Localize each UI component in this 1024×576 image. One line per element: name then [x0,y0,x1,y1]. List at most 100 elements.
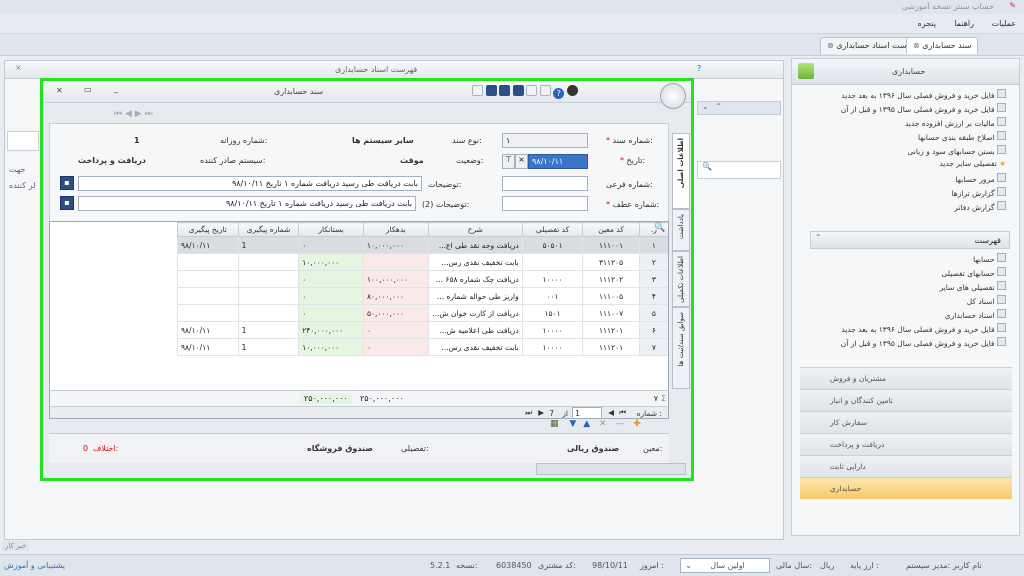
cell[interactable]: بابت تخفیف نقدی رس... [427,253,523,271]
sub-no-input[interactable] [502,176,588,191]
new-document-icon[interactable] [472,85,483,96]
cell[interactable]: ۰ [298,287,364,305]
cell[interactable]: واریز طی حواله شماره ... [427,287,523,305]
cell[interactable]: ۳۱۱۲۰۵ [582,253,640,271]
fiscal-year-select[interactable]: ⌄ اولین سال [680,558,770,573]
list-item[interactable]: بستن حسابهای سود و زیانی [798,145,1006,159]
maximize-icon[interactable]: ▭ [84,85,92,94]
cell[interactable]: ۱۰۰۰۰ [521,321,584,339]
list-item[interactable]: حسابهای تفصیلی [810,267,1006,281]
chevron-up-icon[interactable]: ⌃ [715,102,722,111]
chevron-up-icon[interactable]: ⌃ [815,233,822,242]
table-row[interactable]: ۶ ۱۱۱۲۰۱ ۱۰۰۰۰ دریافت طی اعلامیه ش... ۰ … [177,321,668,339]
cell[interactable] [521,253,584,271]
cell[interactable]: ۱۰۰۰۰ [521,338,584,356]
cell[interactable] [177,270,239,288]
menu-window[interactable]: پنجره [918,19,936,28]
tab-history[interactable]: سوابق سند/ثبت ها [672,307,690,389]
tab-main-info[interactable]: اطلاعات اصلی [672,133,690,209]
copy-icon[interactable] [526,85,538,96]
cell[interactable]: دریافت طی اعلامیه ش... [427,321,523,339]
bg-search-box[interactable]: 🔍 [697,161,781,179]
delete-row-icon[interactable]: — [615,419,624,429]
nav-accounting[interactable]: حسابداری [800,477,1012,499]
move-up-icon[interactable]: ▲ [583,419,590,429]
cell[interactable]: ۱۱۱۰۰۵ [582,287,640,305]
doc-no-input[interactable]: ۱ [502,133,588,148]
save-as-icon[interactable] [499,85,511,96]
help-hint[interactable]: خبر کار [2,541,30,551]
list-item[interactable]: فایل خرید و فروش فصلی سال ۱۳۹۶ به بعد جد… [798,89,1006,103]
next-page-icon[interactable]: ▶ [538,408,544,417]
list-section-header[interactable]: فهرست ⌃ [810,231,1010,249]
cell[interactable] [177,287,239,305]
table-row[interactable]: ۳ ۱۱۱۲۰۲ ۱۰۰۰۰ دریافت چک شماره ۶۵۸ ... ۱… [177,270,668,288]
save-icon[interactable] [485,85,497,96]
tab-notes[interactable]: یادداشت [672,209,690,251]
cell[interactable]: ۰ [362,321,429,339]
minimize-icon[interactable]: _ [114,84,118,93]
cell[interactable]: ۰ [298,236,364,254]
cell[interactable] [237,270,300,288]
list-item[interactable]: حسابها [810,253,1006,267]
list-item[interactable]: اسناد کل [810,295,1006,309]
close-icon[interactable]: ⊗ [827,41,834,50]
cell[interactable]: ۱۵۰۱ [521,304,584,322]
support-link[interactable]: پشتیبانی و آموزش [4,561,65,570]
col-tracking-date[interactable]: تاریخ پیگیری [177,222,239,237]
save-desc2-button[interactable]: ▪ [60,196,74,210]
cell[interactable]: ۱۱۱۰۰۷ [582,304,640,322]
cell[interactable]: دریافت چک شماره ۶۵۸ ... [427,270,523,288]
cell[interactable]: ۹۸/۱۰/۱۱ [177,338,239,356]
col-credit[interactable]: بستانکار [298,222,364,237]
date-input[interactable]: ۹۸/۱۰/۱۱ [528,154,588,169]
tab-extra-info[interactable]: اطلاعات تکمیلی [672,251,690,307]
nav-work-order[interactable]: سفارش کار [800,411,1012,433]
cell[interactable]: ۰۰۱ [521,287,584,305]
nav-customers-sales[interactable]: مشتریان و فروش [800,367,1012,389]
col-debit[interactable]: بدهکار [362,222,429,237]
cell[interactable]: ۱۰۰,۰۰۰,۰۰۰ [362,270,429,288]
cell[interactable]: دریافت از کارت خوان ش... [427,304,523,322]
cell[interactable]: ۰ [362,338,429,356]
cell[interactable]: ۱۰,۰۰۰,۰۰۰ [298,253,364,271]
accounting-panel-header[interactable]: حسابداری [792,59,1019,85]
cell[interactable]: ۱۱۱۲۰۱ [582,338,640,356]
cell[interactable]: ۰ [298,270,364,288]
col-tracking-no[interactable]: شماره پیگیری [237,222,300,237]
cell[interactable]: بابت تخفیف نقدی رس... [427,338,523,356]
col-tafsili-code[interactable]: کد تفصیلی [521,222,584,237]
col-moein-code[interactable]: کد معین [582,222,640,237]
cell[interactable] [177,304,239,322]
cell[interactable] [237,253,300,271]
export-icon[interactable]: ▦ [550,419,559,429]
cell[interactable]: ۹۸/۱۰/۱۱ [177,321,239,339]
close-icon[interactable]: × [15,63,22,72]
list-item[interactable]: فایل خرید و فروش فصلی سال ۱۳۹۵ و قبل از … [798,103,1006,117]
table-row[interactable]: ۵ ۱۱۱۰۰۷ ۱۵۰۱ دریافت از کارت خوان ش... ۵… [177,304,668,322]
cell[interactable]: ۹۸/۱۰/۱۱ [177,236,239,254]
menu-help[interactable]: راهنما [954,19,974,28]
prev-page-icon[interactable]: ◀ [608,408,614,417]
cell[interactable]: 1 [237,236,300,254]
help-icon[interactable]: ? [697,64,701,73]
cell[interactable]: ۱۰,۰۰۰,۰۰۰ [362,236,429,254]
cell[interactable] [362,253,429,271]
tab-accounting-doc[interactable]: ⊗ سند حسابداری [906,37,979,54]
date-field[interactable]: ⊤ × ۹۸/۱۰/۱۱ [502,154,588,169]
col-description[interactable]: شرح [427,222,523,237]
cell[interactable]: 1 [237,338,300,356]
list-item[interactable]: فایل خرید و فروش فصلی سال ۱۳۹۵ و قبل از … [810,337,1006,351]
ref-no-input[interactable] [502,196,588,211]
chevron-down-icon[interactable]: ⌄ [702,102,709,111]
save-desc-button[interactable]: ▪ [60,176,74,190]
first-page-icon[interactable]: ⏮ [619,408,626,418]
next-record-icon[interactable]: ▶ [135,109,142,119]
list-item[interactable]: اسناد حسابداری [810,309,1006,323]
cell[interactable]: ۱۰۰۰۰ [521,270,584,288]
cell[interactable]: ۲۴۰,۰۰۰,۰۰۰ [298,321,364,339]
cell[interactable] [237,287,300,305]
print-icon[interactable] [539,85,551,96]
clear-icon[interactable]: × [515,154,528,169]
pager-current-input[interactable]: 1 [572,407,602,418]
